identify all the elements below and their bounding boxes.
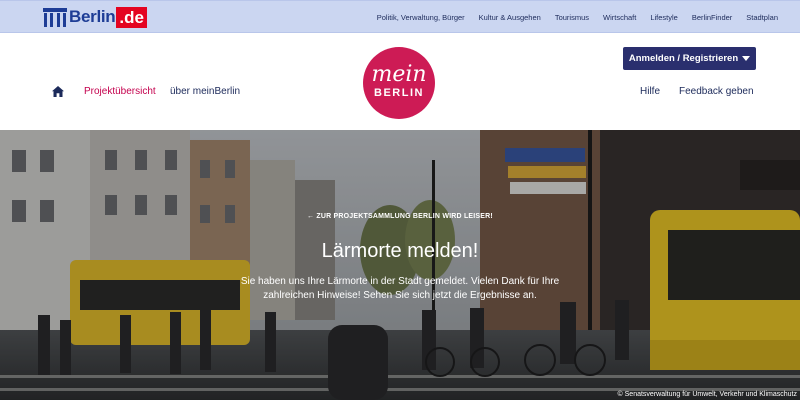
top-bar: Berlin .de Politik, Verwaltung, Bürger K… (0, 0, 800, 33)
logo-word-berlin: BERLIN (374, 86, 424, 99)
home-icon[interactable] (52, 86, 64, 97)
topnav-wirtschaft[interactable]: Wirtschaft (603, 13, 636, 22)
back-to-collection-link[interactable]: ← ZUR PROJEKTSAMMLUNG BERLIN WIRD LEISER… (0, 213, 800, 220)
topnav-lifestyle[interactable]: Lifestyle (650, 13, 678, 22)
top-navigation: Politik, Verwaltung, Bürger Kultur & Aus… (363, 1, 778, 33)
login-register-button[interactable]: Anmelden / Registrieren (623, 47, 756, 70)
image-credit: © Senatsverwaltung für Umwelt, Verkehr u… (617, 391, 797, 398)
topnav-kultur[interactable]: Kultur & Ausgehen (479, 13, 541, 22)
nav-hilfe[interactable]: Hilfe (640, 86, 660, 97)
hero-description: Sie haben uns Ihre Lärmorte in der Stadt… (240, 276, 560, 301)
nav-feedback[interactable]: Feedback geben (679, 86, 754, 97)
site-header: Projektübersicht über meinBerlin mein BE… (0, 33, 800, 130)
caret-down-icon (742, 56, 751, 61)
login-register-label: Anmelden / Registrieren (628, 53, 739, 64)
nav-ueber-meinberlin[interactable]: über meinBerlin (170, 86, 240, 97)
meinberlin-logo[interactable]: mein BERLIN (363, 47, 435, 119)
logo-text: Berlin (69, 7, 116, 26)
nav-projektuebersicht[interactable]: Projektübersicht (84, 86, 156, 97)
topnav-stadtplan[interactable]: Stadtplan (746, 13, 778, 22)
logo-tld: .de (116, 6, 147, 28)
hero-content: ← ZUR PROJEKTSAMMLUNG BERLIN WIRD LEISER… (0, 130, 800, 400)
topnav-politik[interactable]: Politik, Verwaltung, Bürger (377, 13, 465, 22)
brandenburg-gate-icon (43, 6, 67, 28)
logo-script-mein: mein (371, 61, 427, 87)
hero-title: Lärmorte melden! (321, 240, 479, 262)
berlin-de-logo[interactable]: Berlin .de (43, 5, 147, 29)
topnav-tourismus[interactable]: Tourismus (555, 13, 589, 22)
topnav-berlinfinder[interactable]: BerlinFinder (692, 13, 732, 22)
hero-banner: ← ZUR PROJEKTSAMMLUNG BERLIN WIRD LEISER… (0, 130, 800, 400)
